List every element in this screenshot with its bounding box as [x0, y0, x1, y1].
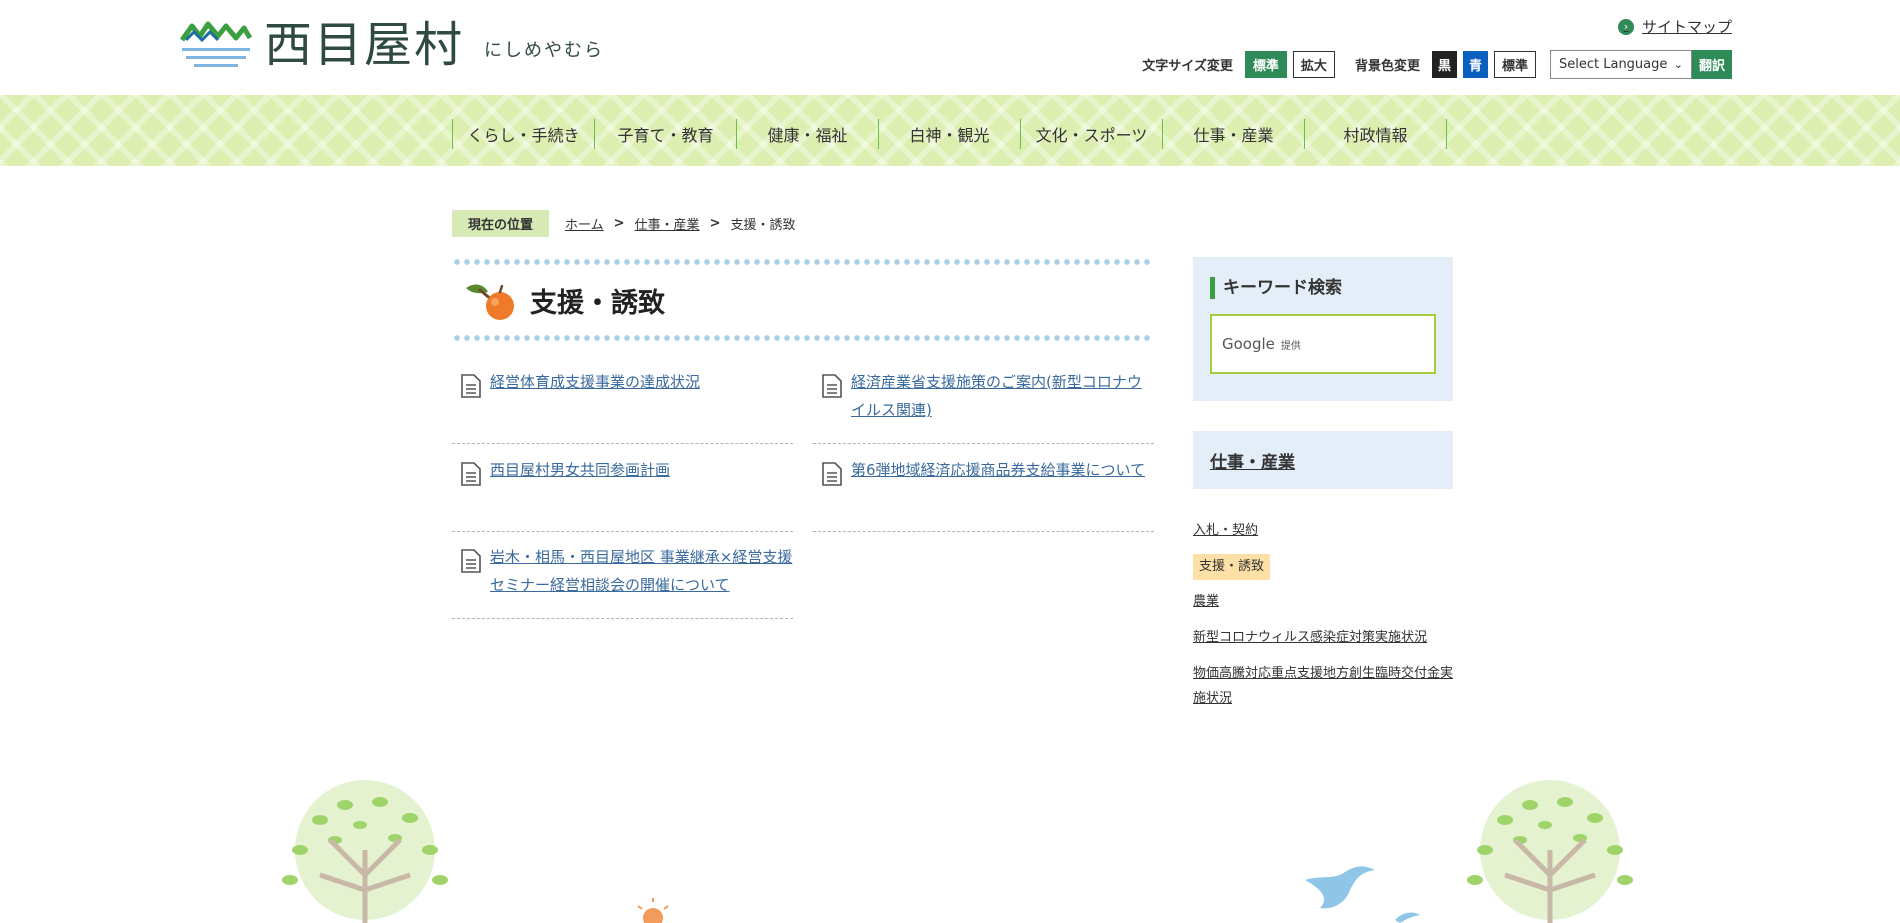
list-item: 経営体育成支援事業の達成状況 [452, 364, 793, 444]
nav-item-government[interactable]: 村政情報 [1304, 119, 1446, 149]
font-size-normal-button[interactable]: 標準 [1244, 51, 1287, 78]
breadcrumb: 現在の位置 ホーム > 仕事・産業 > 支援・誘致 [452, 210, 795, 237]
google-provided: 提供 [1280, 340, 1301, 352]
breadcrumb-separator: > [709, 216, 721, 231]
site-header: 西目屋村 にしめやむら › サイトマップ 文字サイズ変更 標準 拡大 背景色変更… [0, 0, 1900, 95]
sidebar-links: 入札・契約 支援・誘致 農業 新型コロナウィルス感染症対策実施状況 物価高騰対応… [1193, 518, 1461, 711]
nav-item-childcare[interactable]: 子育て・教育 [594, 119, 736, 149]
breadcrumb-home-link[interactable]: ホーム [565, 214, 604, 233]
page-title: 支援・誘致 [462, 278, 665, 322]
language-select-value: Select Language [1559, 57, 1668, 72]
sun-icon [637, 898, 669, 923]
document-icon [822, 374, 842, 398]
bg-color-label: 背景色変更 [1354, 59, 1420, 74]
list-item-link[interactable]: 岩木・相馬・西目屋地区 事業継承×経営支援セミナー経営相談会の開催について [490, 539, 793, 618]
bg-black-button[interactable]: 黒 [1431, 51, 1457, 78]
site-logo[interactable]: 西目屋村 にしめやむら [180, 18, 604, 72]
sidebar-item-support[interactable]: 支援・誘致 [1193, 554, 1271, 580]
document-icon [822, 462, 842, 486]
keyword-search-title: キーワード検索 [1210, 277, 1342, 299]
sidebar-item-bidding[interactable]: 入札・契約 [1193, 518, 1461, 543]
document-icon [461, 374, 481, 398]
nav-item-tourism[interactable]: 白神・観光 [878, 119, 1020, 149]
sitemap-link[interactable]: › サイトマップ [1617, 16, 1732, 37]
nav-item-health[interactable]: 健康・福祉 [736, 119, 878, 149]
search-input[interactable]: Google 提供 [1210, 314, 1436, 374]
global-nav: くらし・手続き 子育て・教育 健康・福祉 白神・観光 文化・スポーツ 仕事・産業… [0, 95, 1900, 166]
list-item-link[interactable]: 経済産業省支援施策のご案内(新型コロナウイルス関連) [851, 364, 1154, 443]
list-item-link[interactable]: 経営体育成支援事業の達成状況 [490, 364, 700, 443]
apple-icon [466, 284, 514, 320]
list-item-link[interactable]: 西目屋村男女共同参画計画 [490, 452, 670, 531]
logo-name: 西目屋村 [264, 17, 465, 73]
font-size-label: 文字サイズ変更 [1142, 59, 1233, 74]
bg-blue-button[interactable]: 青 [1462, 51, 1488, 78]
nav-item-business[interactable]: 仕事・産業 [1162, 119, 1304, 149]
nav-item-living[interactable]: くらし・手続き [452, 119, 594, 149]
google-brand: Google [1222, 335, 1275, 353]
accessibility-tools: 文字サイズ変更 標準 拡大 背景色変更 黒 青 標準 Select Langua… [1142, 50, 1732, 79]
sidebar-item-covid[interactable]: 新型コロナウィルス感染症対策実施状況 [1193, 625, 1461, 650]
translate-button[interactable]: 翻訳 [1692, 50, 1732, 79]
breadcrumb-current: 支援・誘致 [730, 218, 796, 233]
logo-kana: にしめやむら [484, 40, 605, 61]
bird-icon [1305, 866, 1420, 923]
category-heading: 仕事・産業 [1193, 431, 1453, 489]
mountain-logo-icon [180, 21, 252, 67]
nav-item-culture[interactable]: 文化・スポーツ [1020, 119, 1162, 149]
breadcrumb-label: 現在の位置 [452, 210, 550, 237]
list-item: 岩木・相馬・西目屋地区 事業継承×経営支援セミナー経営相談会の開催について [452, 539, 793, 619]
title-decoration-bottom [452, 333, 1154, 343]
sitemap-label: サイトマップ [1641, 18, 1732, 36]
breadcrumb-separator: > [613, 216, 625, 231]
document-icon [461, 549, 481, 573]
sidebar-item-agriculture[interactable]: 農業 [1193, 589, 1461, 614]
list-item: 第6弾地域経済応援商品券支給事業について [813, 452, 1154, 532]
font-size-large-button[interactable]: 拡大 [1292, 51, 1335, 78]
global-nav-list: くらし・手続き 子育て・教育 健康・福祉 白神・観光 文化・スポーツ 仕事・産業… [452, 119, 1447, 149]
tree-right-icon [1467, 780, 1633, 923]
document-icon [461, 462, 481, 486]
breadcrumb-parent-link[interactable]: 仕事・産業 [635, 214, 700, 233]
tree-left-icon [282, 780, 448, 923]
sidebar-item-grant[interactable]: 物価高騰対応重点支援地方創生臨時交付金実施状況 [1193, 661, 1461, 711]
chevron-right-icon: › [1617, 18, 1634, 35]
list-item-link[interactable]: 第6弾地域経済応援商品券支給事業について [851, 452, 1145, 531]
category-link[interactable]: 仕事・産業 [1210, 448, 1295, 473]
list-item: 経済産業省支援施策のご案内(新型コロナウイルス関連) [813, 364, 1154, 444]
page-title-text: 支援・誘致 [530, 287, 665, 319]
list-item: 西目屋村男女共同参画計画 [452, 452, 793, 532]
keyword-search-panel: キーワード検索 Google 提供 [1193, 257, 1453, 401]
footer-illustration [282, 780, 1633, 923]
chevron-down-icon: ⌄ [1673, 58, 1683, 71]
title-decoration-top [452, 257, 1154, 267]
bg-normal-button[interactable]: 標準 [1493, 51, 1536, 78]
language-select[interactable]: Select Language ⌄ [1550, 50, 1692, 79]
